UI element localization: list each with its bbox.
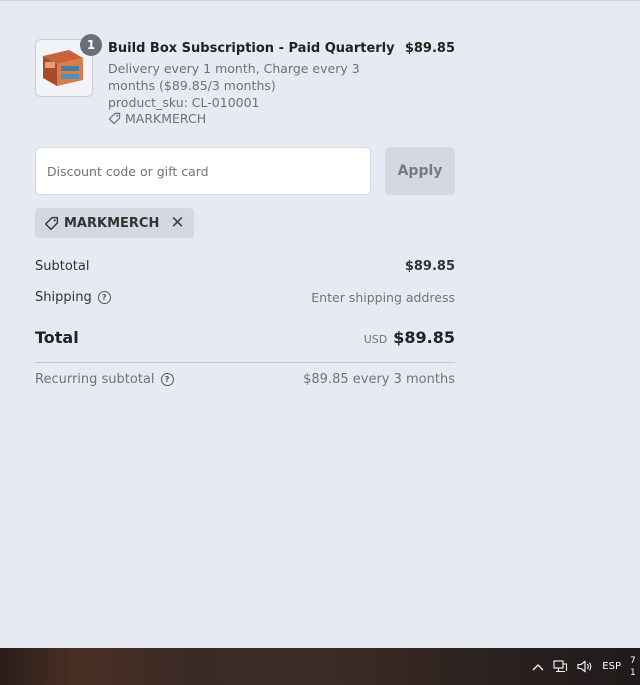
product-sku: product_sku: CL-010001 (108, 95, 260, 110)
network-icon[interactable] (553, 660, 568, 673)
product-title: Build Box Subscription - Paid Quarterly (108, 41, 395, 56)
chevron-up-icon[interactable] (532, 663, 544, 671)
help-icon[interactable]: ? (160, 373, 174, 386)
system-tray: ESP 7 1 (532, 648, 640, 685)
clock-time: 7 (630, 655, 636, 666)
subtotal-value: $89.85 (404, 259, 455, 274)
volume-icon[interactable] (577, 660, 593, 673)
tag-icon (108, 112, 121, 125)
remove-icon[interactable]: ✕ (170, 214, 184, 232)
product-price: $89.85 (404, 41, 455, 56)
line-item: 1 Build Box Subscription - Paid Quarterl… (35, 34, 455, 129)
applied-discount-code: MARKMERCH (64, 215, 160, 231)
taskbar: ESP 7 1 (0, 648, 640, 685)
top-border (0, 0, 640, 1)
discount-code-input[interactable] (35, 147, 371, 195)
shipping-label-group: Shipping ? (35, 290, 111, 305)
product-subtitle: Delivery every 1 month, Charge every 3 m… (108, 61, 360, 93)
clock-date: 1 (630, 667, 636, 678)
product-thumbnail: 1 (35, 34, 102, 97)
language-indicator[interactable]: ESP (602, 661, 621, 672)
total-label: Total (35, 328, 79, 347)
tag-icon (44, 216, 59, 231)
divider (35, 362, 455, 363)
product-discount-tag: MARKMERCH (108, 111, 206, 126)
clock[interactable]: 7 1 (630, 655, 640, 679)
product-discount-code: MARKMERCH (125, 111, 207, 126)
quantity-badge: 1 (80, 34, 102, 56)
applied-discount-chip: MARKMERCH ✕ (35, 208, 194, 238)
total-value: $89.85 (393, 328, 455, 347)
recurring-subtotal-value: $89.85 every 3 months (303, 372, 455, 387)
shipping-label: Shipping (35, 290, 92, 305)
recurring-subtotal-label: Recurring subtotal (35, 372, 155, 387)
currency-code: USD (363, 333, 388, 346)
help-icon[interactable]: ? (97, 291, 111, 304)
total-value-group: USD $89.85 (364, 328, 455, 347)
apply-discount-button[interactable]: Apply (385, 147, 455, 195)
recurring-label-group: Recurring subtotal ? (35, 372, 174, 387)
subtotal-label: Subtotal (35, 259, 90, 274)
shipping-value: Enter shipping address (311, 290, 455, 305)
